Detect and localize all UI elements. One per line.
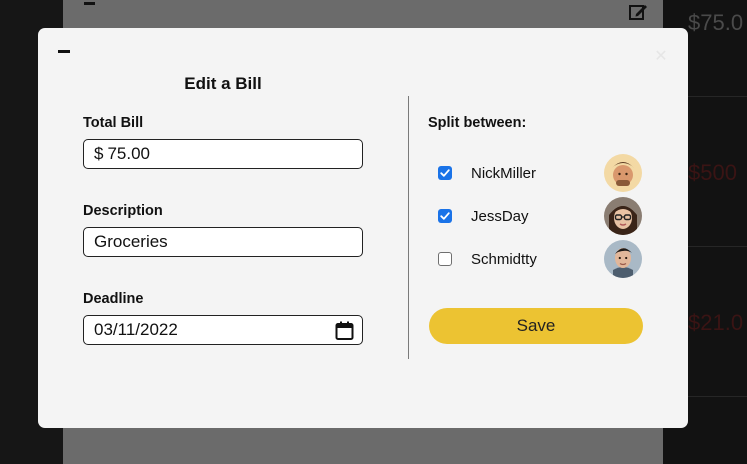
member-checkbox[interactable] [438, 252, 452, 266]
member-name: NickMiller [471, 165, 536, 182]
avatar [604, 240, 642, 278]
deadline-input[interactable] [94, 320, 362, 340]
currency-symbol: $ [94, 144, 104, 163]
total-bill-input[interactable] [107, 144, 362, 164]
description-label: Description [83, 203, 163, 219]
save-button[interactable]: Save [429, 308, 643, 344]
minus-icon [58, 50, 70, 53]
edit-bill-modal: ✕ Edit a Bill Total Bill $ Description D… [38, 28, 688, 428]
checkmark-icon [440, 169, 450, 177]
background-amount: $500 [688, 160, 737, 185]
deadline-label: Deadline [83, 291, 144, 307]
avatar [604, 154, 642, 192]
background-amount: $75.0 [688, 10, 744, 35]
close-icon[interactable]: ✕ [654, 49, 668, 65]
member-checkbox[interactable] [438, 166, 452, 180]
member-name: JessDay [471, 208, 529, 225]
calendar-icon[interactable] [335, 321, 354, 340]
member-checkbox[interactable] [438, 209, 452, 223]
description-field[interactable] [83, 227, 363, 257]
split-between-label: Split between: [428, 115, 527, 131]
total-bill-field[interactable]: $ [83, 139, 363, 169]
collapse-button[interactable] [57, 43, 71, 57]
member-name: Schmidtty [471, 251, 537, 268]
edit-icon [629, 5, 647, 20]
avatar [604, 197, 642, 235]
member-row-jessday: JessDay [438, 196, 643, 236]
description-input[interactable] [94, 232, 362, 252]
checkmark-icon [440, 212, 450, 220]
modal-title: Edit a Bill [184, 74, 262, 93]
member-row-schmidtty: Schmidtty [438, 239, 643, 279]
background-amount: $21.0 [688, 310, 744, 335]
total-bill-label: Total Bill [83, 115, 144, 131]
column-divider [408, 96, 409, 359]
member-row-nickmiller: NickMiller [438, 153, 643, 193]
deadline-field[interactable] [83, 315, 363, 345]
background-collapse-icon [84, 2, 95, 5]
